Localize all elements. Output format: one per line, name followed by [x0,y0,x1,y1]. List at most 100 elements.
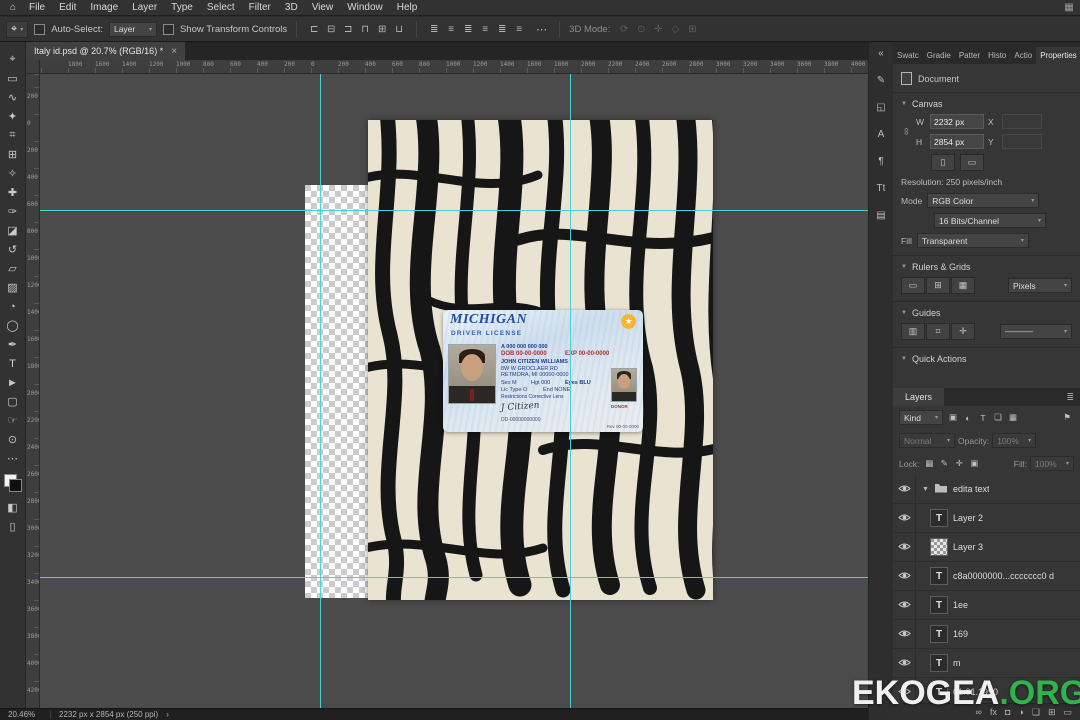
menu-3d[interactable]: 3D [278,2,305,13]
canvas-section-header[interactable]: ▼ Canvas [893,92,1080,109]
layer-row-169[interactable]: T 169 [893,620,1080,649]
dodge-tool[interactable]: ◯ [2,316,24,335]
filter-adjustment-icon[interactable]: ◐ [961,411,975,424]
lasso-tool[interactable]: ∿ [2,88,24,107]
clear-guides-icon[interactable]: ✛ [951,323,975,340]
edit-toolbar-icon[interactable]: ⋯ [2,449,24,468]
3d-slide-icon[interactable]: ◇ [667,22,683,36]
menu-edit[interactable]: Edit [52,2,83,13]
ruler-toggle-icon[interactable]: ▭ [901,277,925,294]
panel-tab-properties[interactable]: Properties [1036,47,1080,64]
delete-layer-icon[interactable]: ▭ [1063,707,1072,718]
home-icon[interactable]: ⌂ [4,2,22,13]
canvas-fill-dropdown[interactable]: Transparent ▾ [916,233,1029,248]
move-tool[interactable]: ⌖ [2,50,24,69]
menu-filter[interactable]: Filter [242,2,278,13]
quick-mask-icon[interactable]: ◧ [2,498,24,517]
hand-tool[interactable]: ☞ [2,411,24,430]
current-tool-chip[interactable]: ⌖ ▾ [6,20,29,38]
3d-pan-icon[interactable]: ✛ [650,22,666,36]
glyphs-panel-icon[interactable]: Tt [872,180,890,196]
crop-tool[interactable]: ⌗ [2,126,24,145]
menu-file[interactable]: File [22,2,52,13]
layer-fill-field[interactable]: 100% ▾ [1030,456,1074,471]
layer-filter-dropdown[interactable]: Kind ▾ [899,410,943,425]
horizontal-ruler[interactable]: 1800 1600 1400 1200 1000 800 600 400 200 0 200 400 6… [40,60,868,74]
panel-tab-histo[interactable]: Histo [984,47,1010,64]
zoom-tool[interactable]: ⊙ [2,430,24,449]
pixel-grid-icon[interactable]: ▦ [951,277,975,294]
layer-row-m[interactable]: Tm [893,649,1080,678]
orientation-landscape-button[interactable]: ▭ [960,154,984,171]
units-dropdown[interactable]: Pixels ▾ [1008,278,1072,293]
auto-select-target-dropdown[interactable]: Layer ▾ [108,21,157,37]
bit-depth-dropdown[interactable]: 16 Bits/Channel ▾ [934,213,1046,228]
type-tool[interactable]: T [2,354,24,373]
brush-settings-icon[interactable]: ✎ [872,72,890,88]
layer-effects-icon[interactable]: fx [990,707,997,717]
tab-layers[interactable]: Layers [893,388,945,406]
panel-tab-patter[interactable]: Patter [955,47,984,64]
show-transform-controls-checkbox[interactable] [162,23,174,35]
3d-orbit-icon[interactable]: ⟳ [616,22,632,36]
lock-paint-icon[interactable]: ✎ [937,457,951,470]
clone-stamp-tool[interactable]: ◪ [2,221,24,240]
menu-select[interactable]: Select [200,2,242,13]
color-mode-dropdown[interactable]: RGB Color ▾ [927,193,1040,208]
guide-horizontal-1[interactable] [40,210,868,211]
height-field[interactable]: 2854 px [930,134,984,149]
layer-visibility-toggle[interactable] [893,678,916,706]
lock-position-icon[interactable]: ✛ [952,457,966,470]
zoom-level-field[interactable]: 20.46% [8,710,42,719]
panel-tab-swatc[interactable]: Swatc [893,47,923,64]
document-canvas[interactable]: MICHIGAN DRIVER LICENSE ★ A 000 000 000 … [40,74,868,708]
align-left-icon[interactable]: ⊏ [306,22,322,36]
eyedropper-tool[interactable]: ✧ [2,164,24,183]
layer-visibility-toggle[interactable] [893,562,916,590]
opacity-field[interactable]: 100% ▾ [992,433,1037,448]
guides-section-header[interactable]: ▼ Guides [893,301,1080,318]
distribute-middle-icon[interactable]: ≡ [477,22,493,36]
workspace-switcher-icon[interactable]: ▦ [1058,2,1080,13]
guide-vertical-2[interactable] [570,74,571,708]
gradient-tool[interactable]: ▨ [2,278,24,297]
link-layers-icon[interactable]: ∞ [976,707,982,717]
lock-all-icon[interactable]: ▣ [967,457,981,470]
layer-row-layer-2[interactable]: T Layer 2 [893,504,1080,533]
libraries-panel-icon[interactable]: ▤ [872,207,890,223]
history-brush-tool[interactable]: ↺ [2,240,24,259]
guide-style-dropdown[interactable]: ———— ▾ [1000,324,1072,339]
align-center-h-icon[interactable]: ⊟ [323,22,339,36]
align-center-v-icon[interactable]: ⊞ [374,22,390,36]
filter-smart-object-icon[interactable]: ▦ [1006,411,1020,424]
lock-guides-icon[interactable]: ⌗ [926,323,950,340]
filter-pixel-icon[interactable]: ▣ [946,411,960,424]
auto-select-checkbox[interactable] [34,23,46,35]
blend-mode-dropdown[interactable]: Normal ▾ [899,433,955,448]
menu-window[interactable]: Window [340,2,390,13]
panel-tab-gradie[interactable]: Gradie [923,47,955,64]
align-bottom-icon[interactable]: ⊔ [391,22,407,36]
quick-selection-tool[interactable]: ✦ [2,107,24,126]
status-chevron-icon[interactable]: › [166,710,169,719]
shape-tool[interactable]: ▢ [2,392,24,411]
layer-visibility-toggle[interactable] [893,649,916,677]
lock-transparency-icon[interactable]: ▦ [922,457,936,470]
layer-row-layer-3[interactable]: Layer 3 [893,533,1080,562]
background-color-swatch[interactable] [8,479,22,492]
distribute-horizontal-icon[interactable]: ≡ [443,22,459,36]
filter-shape-icon[interactable]: ❏ [991,411,1005,424]
brush-tool[interactable]: ✑ [2,202,24,221]
menu-layer[interactable]: Layer [125,2,164,13]
rulers-grids-section-header[interactable]: ▼ Rulers & Grids [893,255,1080,272]
distribute-vertical-icon[interactable]: ≣ [426,22,442,36]
close-tab-icon[interactable]: × [171,46,177,57]
panel-tab-actio[interactable]: Actio [1010,47,1036,64]
new-guide-layout-icon[interactable]: ▥ [901,323,925,340]
align-right-icon[interactable]: ⊐ [340,22,356,36]
x-field[interactable] [1002,114,1042,129]
orientation-portrait-button[interactable]: ▯ [931,154,955,171]
marquee-tool[interactable]: ▭ [2,69,24,88]
distribute-left-icon[interactable]: ≡ [511,22,527,36]
screen-mode-icon[interactable]: ▯ [2,517,24,536]
